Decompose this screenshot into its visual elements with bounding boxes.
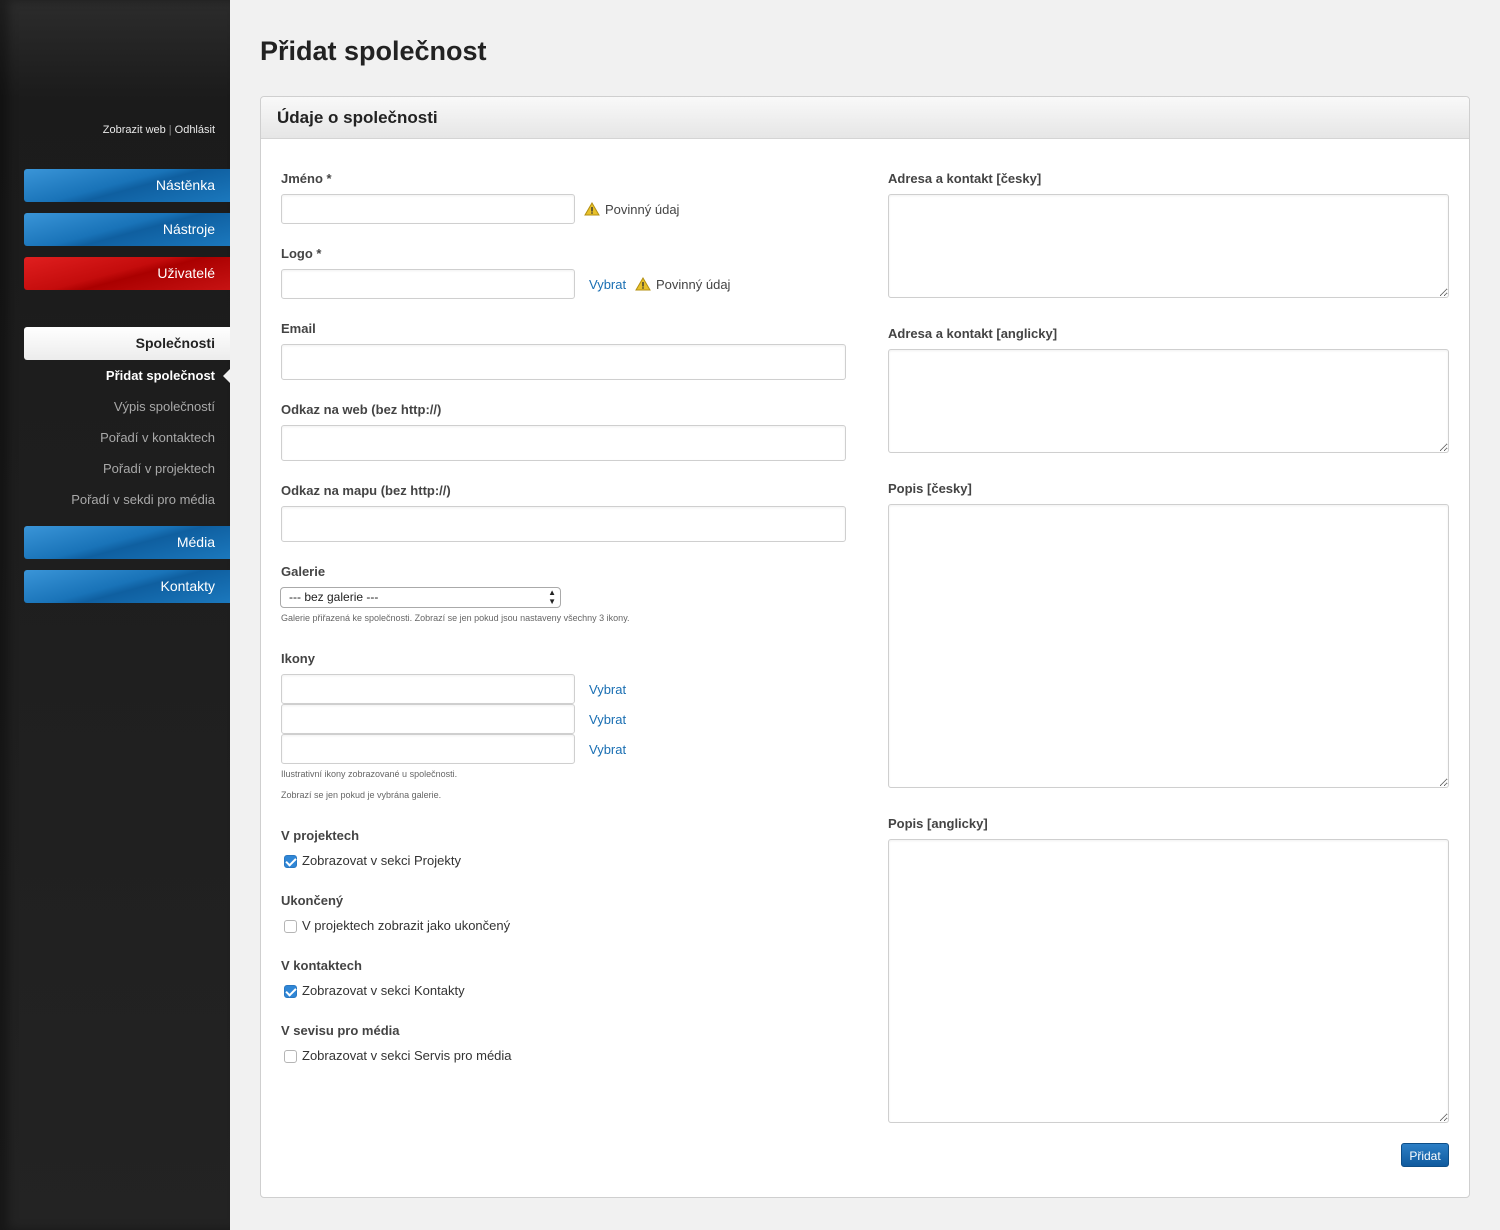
gallery-hint: Galerie přiřazená ke společnosti. Zobraz… (281, 613, 630, 623)
nav-media[interactable]: Média (24, 526, 230, 559)
desc-cz-textarea[interactable] (888, 504, 1449, 788)
logo-required-text: Povinný údaj (656, 277, 731, 292)
view-web-link[interactable]: Zobrazit web (103, 124, 166, 136)
gallery-select[interactable]: --- bez galerie --- ▲ ▼ (280, 587, 561, 608)
finished-checkbox-label[interactable]: V projektech zobrazit jako ukončený (302, 918, 510, 933)
name-required-text: Povinný údaj (605, 202, 680, 217)
top-links-separator: | (168, 124, 172, 136)
icons-hint-2: Zobrazí se jen pokud je vybrána galerie. (281, 790, 442, 800)
projects-label: V projektech (281, 828, 360, 843)
email-input[interactable] (281, 344, 846, 380)
finished-checkbox[interactable] (284, 920, 297, 933)
nav-users[interactable]: Uživatelé (24, 257, 230, 290)
icons-hint-1: Ilustrativní ikony zobrazované u společn… (281, 769, 458, 779)
icon-select-link-3[interactable]: Vybrat (589, 742, 626, 757)
address-en-textarea[interactable] (888, 349, 1449, 453)
map-input[interactable] (281, 506, 846, 542)
contacts-checkbox-label[interactable]: Zobrazovat v sekci Kontakty (302, 983, 465, 998)
icon-input-3[interactable] (281, 734, 575, 764)
icons-label: Ikony (281, 651, 315, 666)
name-label: Jméno * (281, 171, 332, 186)
icon-select-link-1[interactable]: Vybrat (589, 682, 626, 697)
sidebar: Zobrazit web | Odhlásit Nástěnka Nástroje … (0, 0, 230, 1230)
subnav-list-companies[interactable]: Výpis společností (114, 399, 215, 414)
media-checkbox-label[interactable]: Zobrazovat v sekci Servis pro média (302, 1048, 512, 1063)
logo-required-note: Povinný údaj (635, 277, 730, 292)
logo-input[interactable] (281, 269, 575, 299)
desc-en-textarea[interactable] (888, 839, 1449, 1123)
current-page-indicator (223, 369, 230, 383)
name-required-note: Povinný údaj (584, 202, 679, 217)
nav-tools[interactable]: Nástroje (24, 213, 230, 246)
subnav-add-company[interactable]: Přidat společnost (106, 368, 215, 383)
warning-icon (584, 202, 600, 216)
address-en-label: Adresa a kontakt [anglicky] (888, 326, 1058, 341)
media-label: V sevisu pro média (281, 1023, 400, 1038)
subnav-order-projects[interactable]: Pořadí v projektech (103, 461, 215, 476)
nav-dashboard[interactable]: Nástěnka (24, 169, 230, 202)
icon-input-1[interactable] (281, 674, 575, 704)
web-label: Odkaz na web (bez http://) (281, 402, 442, 417)
address-cz-textarea[interactable] (888, 194, 1449, 298)
icon-input-2[interactable] (281, 704, 575, 734)
subnav-order-contacts[interactable]: Pořadí v kontaktech (100, 430, 215, 445)
gallery-label: Galerie (281, 564, 326, 579)
web-input[interactable] (281, 425, 846, 461)
top-links: Zobrazit web | Odhlásit (103, 124, 215, 136)
name-input[interactable] (281, 194, 575, 224)
logout-link[interactable]: Odhlásit (175, 124, 215, 136)
submit-button[interactable]: Přidat (1401, 1143, 1449, 1167)
desc-en-label: Popis [anglicky] (888, 816, 988, 831)
page-title: Přidat společnost (260, 36, 487, 66)
nav-contacts[interactable]: Kontakty (24, 570, 230, 603)
contacts-label: V kontaktech (281, 958, 362, 973)
select-arrows-icon: ▲ ▼ (548, 588, 556, 606)
warning-icon (635, 277, 651, 291)
panel-title: Údaje o společnosti (261, 97, 1469, 139)
finished-label: Ukončený (281, 893, 344, 908)
map-label: Odkaz na mapu (bez http://) (281, 483, 451, 498)
subnav-order-media[interactable]: Pořadí v sekdi pro média (71, 492, 215, 507)
contacts-checkbox[interactable] (284, 985, 297, 998)
projects-checkbox-label[interactable]: Zobrazovat v sekci Projekty (302, 853, 461, 868)
projects-checkbox[interactable] (284, 855, 297, 868)
logo-select-link[interactable]: Vybrat (589, 277, 626, 292)
icon-select-link-2[interactable]: Vybrat (589, 712, 626, 727)
desc-cz-label: Popis [česky] (888, 481, 972, 496)
address-cz-label: Adresa a kontakt [česky] (888, 171, 1042, 186)
gallery-select-value: --- bez galerie --- (289, 590, 379, 604)
logo-label: Logo * (281, 246, 322, 261)
nav-companies[interactable]: Společnosti (24, 327, 230, 360)
media-checkbox[interactable] (284, 1050, 297, 1063)
email-label: Email (281, 321, 316, 336)
